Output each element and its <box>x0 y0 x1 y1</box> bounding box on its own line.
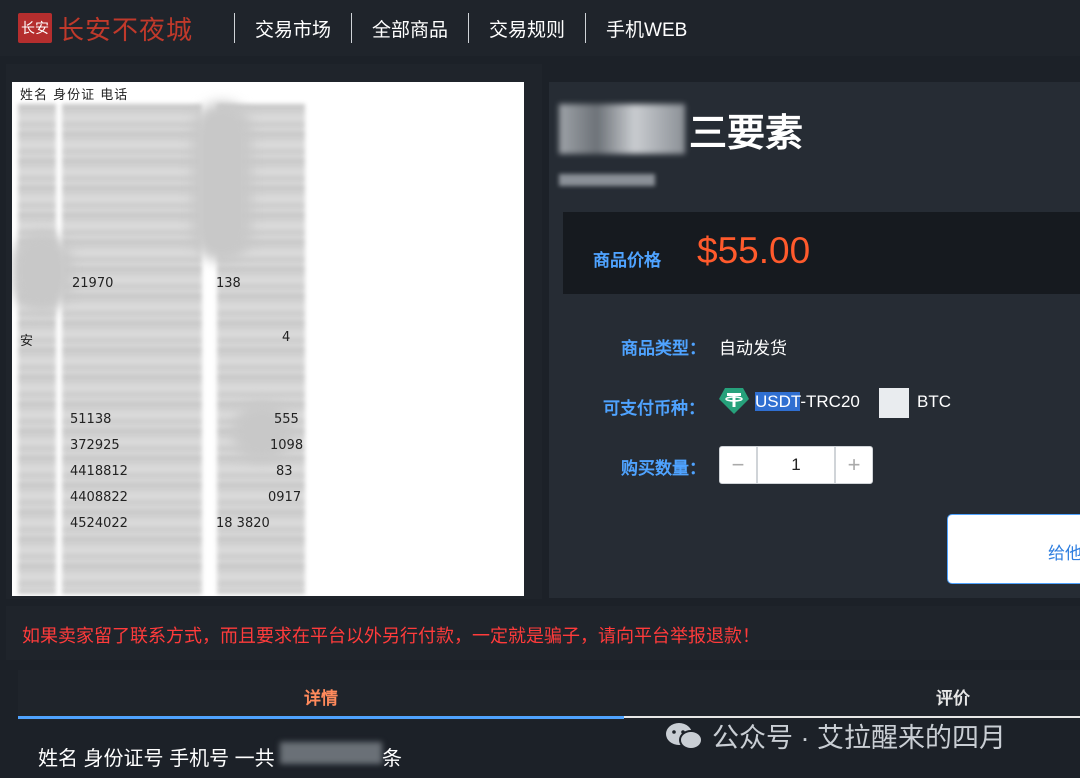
tab-reviews[interactable]: 评价 <box>936 684 970 709</box>
wechat-icon <box>666 722 703 750</box>
preview-cell: 4 <box>282 330 291 345</box>
logo-text: 长安不夜城 <box>58 15 194 46</box>
redaction-blob <box>192 102 252 262</box>
wechat-watermark: 公众号 · 艾拉醒来的四月 <box>664 716 1006 755</box>
price-box: 商品价格 $55.00 <box>563 212 1080 294</box>
detail-tabs: 详情 评价 <box>18 670 1080 720</box>
currency-usdt-highlight: USDT <box>755 392 801 411</box>
preview-cell: 51138 <box>70 412 112 427</box>
tab-details[interactable]: 详情 <box>304 684 338 709</box>
logo-mark-icon: 长安 <box>18 13 52 43</box>
preview-cell: 4418812 <box>70 464 128 479</box>
details-summary-suffix: 条 <box>382 748 402 770</box>
product-preview-image: 姓名 身份证 电话 21970 138 安 4 51138 555 372925… <box>12 82 524 596</box>
top-nav: 长安 长安不夜城 交易市场 全部商品 交易规则 手机WEB <box>0 0 1080 56</box>
nav-divider <box>351 13 353 43</box>
redaction-blob <box>232 402 292 462</box>
watermark-text: 公众号 · 艾拉醒来的四月 <box>712 723 1006 753</box>
price-value: $55.00 <box>697 230 811 271</box>
usdt-icon[interactable] <box>719 388 749 414</box>
redacted-subtitle <box>559 174 655 186</box>
site-logo[interactable]: 长安 长安不夜城 <box>18 10 214 47</box>
currency-label: 可支付币种： <box>603 399 705 418</box>
preview-cell: 555 <box>274 412 299 427</box>
product-type-value: 自动发货 <box>719 339 787 358</box>
quantity-increase-button[interactable]: + <box>835 446 873 484</box>
nav-item-rules[interactable]: 交易规则 <box>489 15 565 42</box>
nav-divider <box>234 13 235 43</box>
nav-divider <box>585 13 587 43</box>
redaction-blob <box>12 232 72 312</box>
nav-item-mobile-web[interactable]: 手机WEB <box>606 15 687 42</box>
preview-cell: 138 <box>216 276 241 291</box>
preview-cell: 21970 <box>72 276 114 291</box>
price-label: 商品价格 <box>593 251 661 270</box>
redacted-column <box>18 104 56 594</box>
preview-cell: 83 <box>276 464 293 479</box>
product-image-panel: 姓名 身份证 电话 21970 138 安 4 51138 555 372925… <box>6 64 542 599</box>
product-title: 三要素 <box>689 113 804 155</box>
scam-warning-text: 如果卖家留了联系方式，而且要求在平台以外另行付款，一定就是骗子，请向平台举报退款… <box>22 626 760 646</box>
product-type-label: 商品类型： <box>621 339 706 358</box>
btc-icon[interactable] <box>879 388 909 418</box>
product-info-panel: 三要素 商品价格 $55.00 商品类型： 自动发货 可支付币种： USDT-T… <box>549 82 1080 598</box>
redacted-title <box>559 104 685 154</box>
preview-cell: 4524022 <box>70 516 128 531</box>
preview-cell: 372925 <box>70 438 120 453</box>
preview-header: 姓名 身份证 电话 <box>20 88 129 103</box>
preview-cell: 0917 <box>268 490 302 505</box>
redacted-count <box>280 742 382 764</box>
preview-cell: 18 3820 <box>216 516 270 531</box>
quantity-input[interactable]: 1 <box>757 446 835 484</box>
nav-divider <box>468 13 470 43</box>
currency-usdt-network: -TRC20 <box>800 392 860 411</box>
buy-button[interactable]: 给他 <box>947 514 1080 584</box>
nav-item-all-products[interactable]: 全部商品 <box>372 15 448 42</box>
currency-option-usdt[interactable]: USDT-TRC20 <box>755 392 860 412</box>
scam-warning-bar: 如果卖家留了联系方式，而且要求在平台以外另行付款，一定就是骗子，请向平台举报退款… <box>6 606 1080 660</box>
active-tab-indicator <box>18 716 624 719</box>
quantity-label: 购买数量： <box>621 459 706 478</box>
details-summary: 姓名 身份证号 手机号 一共 <box>38 748 275 770</box>
quantity-decrease-button[interactable]: − <box>719 446 757 484</box>
preview-cell: 4408822 <box>70 490 128 505</box>
preview-cell: 安 <box>20 334 34 349</box>
nav-item-market[interactable]: 交易市场 <box>255 15 331 42</box>
preview-cell: 1098 <box>270 438 304 453</box>
currency-option-btc[interactable]: BTC <box>917 392 951 412</box>
